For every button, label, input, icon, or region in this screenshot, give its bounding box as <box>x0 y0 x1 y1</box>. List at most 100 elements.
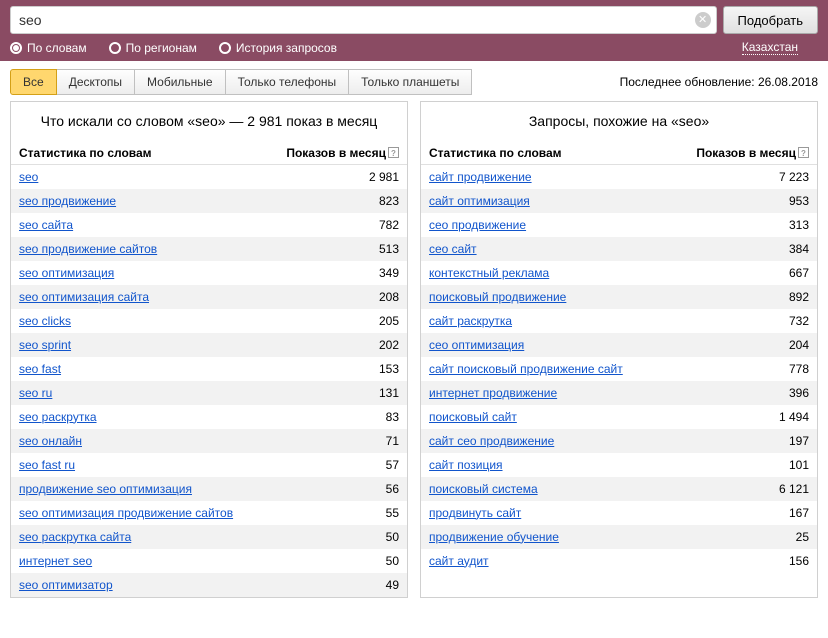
views-cell: 2 981 <box>339 170 399 184</box>
radio-label: По регионам <box>126 41 197 55</box>
query-link[interactable]: seo раскрутка сайта <box>19 530 131 544</box>
query-cell: сео сайт <box>429 242 749 256</box>
views-cell: 782 <box>339 218 399 232</box>
query-link[interactable]: seo fast ru <box>19 458 75 472</box>
query-link[interactable]: seo оптимизация сайта <box>19 290 149 304</box>
radio-history[interactable]: История запросов <box>219 41 337 55</box>
table-row: seo 2 981 <box>11 165 407 189</box>
query-link[interactable]: seo онлайн <box>19 434 82 448</box>
query-link[interactable]: seo sprint <box>19 338 71 352</box>
radio-label: По словам <box>27 41 87 55</box>
header-stat: Статистика по словам <box>19 146 286 160</box>
table-row: интернет продвижение396 <box>421 381 817 405</box>
query-link[interactable]: сайт аудит <box>429 554 489 568</box>
query-link[interactable]: seo раскрутка <box>19 410 97 424</box>
header-views: Показов в месяц ? <box>286 146 399 160</box>
views-cell: 156 <box>749 554 809 568</box>
query-cell: сайт поисковый продвижение сайт <box>429 362 749 376</box>
views-cell: 197 <box>749 434 809 448</box>
tab-mobile[interactable]: Мобильные <box>135 69 226 95</box>
help-icon[interactable]: ? <box>388 147 399 158</box>
query-link[interactable]: сео продвижение <box>429 218 526 232</box>
views-cell: 313 <box>749 218 809 232</box>
table-row: сайт поисковый продвижение сайт 778 <box>421 357 817 381</box>
query-link[interactable]: seo clicks <box>19 314 71 328</box>
query-link[interactable]: seo оптимизация продвижение сайтов <box>19 506 233 520</box>
panel-title: Запросы, похожие на «seo» <box>421 102 817 142</box>
help-icon[interactable]: ? <box>798 147 809 158</box>
query-cell: seo оптимизация продвижение сайтов <box>19 506 339 520</box>
radio-by-words[interactable]: По словам <box>10 41 87 55</box>
table-row: сео сайт384 <box>421 237 817 261</box>
query-cell: сайт оптимизация <box>429 194 749 208</box>
query-link[interactable]: seo fast <box>19 362 61 376</box>
tab-phones[interactable]: Только телефоны <box>226 69 350 95</box>
table-row: seo оптимизация 349 <box>11 261 407 285</box>
views-cell: 204 <box>749 338 809 352</box>
query-cell: seo раскрутка <box>19 410 339 424</box>
query-link[interactable]: сайт раскрутка <box>429 314 512 328</box>
table-row: сайт сео продвижение 197 <box>421 429 817 453</box>
search-input[interactable] <box>10 6 717 34</box>
query-link[interactable]: сайт продвижение <box>429 170 532 184</box>
query-link[interactable]: контекстный реклама <box>429 266 549 280</box>
query-link[interactable]: seo продвижение сайтов <box>19 242 157 256</box>
query-link[interactable]: seo <box>19 170 38 184</box>
table-row: seo сайта 782 <box>11 213 407 237</box>
tab-tablets[interactable]: Только планшеты <box>349 69 472 95</box>
region-link[interactable]: Казахстан <box>742 40 798 55</box>
query-link[interactable]: seo оптимизатор <box>19 578 113 592</box>
query-link[interactable]: поисковый продвижение <box>429 290 566 304</box>
table-row: seo оптимизатор49 <box>11 573 407 597</box>
clear-icon[interactable]: ✕ <box>695 12 711 28</box>
query-link[interactable]: seo оптимизация <box>19 266 114 280</box>
table-row: сайт позиция101 <box>421 453 817 477</box>
query-cell: сайт аудит <box>429 554 749 568</box>
table-row: seo fast153 <box>11 357 407 381</box>
query-link[interactable]: сайт позиция <box>429 458 503 472</box>
query-link[interactable]: продвинуть сайт <box>429 506 521 520</box>
radio-icon <box>10 42 22 54</box>
radio-by-regions[interactable]: По регионам <box>109 41 197 55</box>
query-link[interactable]: продвижение seo оптимизация <box>19 482 192 496</box>
query-link[interactable]: поисковый система <box>429 482 538 496</box>
query-cell: сайт раскрутка <box>429 314 749 328</box>
table-row: seo ru131 <box>11 381 407 405</box>
views-cell: 823 <box>339 194 399 208</box>
query-cell: seo <box>19 170 339 184</box>
views-cell: 667 <box>749 266 809 280</box>
table-row: поисковый продвижение 892 <box>421 285 817 309</box>
query-link[interactable]: поисковый сайт <box>429 410 517 424</box>
query-link[interactable]: сео сайт <box>429 242 477 256</box>
query-link[interactable]: продвижение обучение <box>429 530 559 544</box>
query-link[interactable]: seo продвижение <box>19 194 116 208</box>
query-link[interactable]: сайт поисковый продвижение сайт <box>429 362 623 376</box>
query-link[interactable]: сео оптимизация <box>429 338 524 352</box>
views-cell: 50 <box>339 554 399 568</box>
query-cell: продвижение seo оптимизация <box>19 482 339 496</box>
views-cell: 732 <box>749 314 809 328</box>
tab-all[interactable]: Все <box>10 69 57 95</box>
radio-icon <box>219 42 231 54</box>
filter-row: По словам По регионам История запросов К… <box>10 40 818 55</box>
submit-button[interactable]: Подобрать <box>723 6 818 34</box>
query-cell: seo оптимизатор <box>19 578 339 592</box>
query-link[interactable]: seo ru <box>19 386 52 400</box>
views-cell: 349 <box>339 266 399 280</box>
query-link[interactable]: интернет продвижение <box>429 386 557 400</box>
views-cell: 892 <box>749 290 809 304</box>
table-row: сео оптимизация 204 <box>421 333 817 357</box>
query-link[interactable]: сайт сео продвижение <box>429 434 554 448</box>
query-link[interactable]: seo сайта <box>19 218 73 232</box>
table-row: seo fast ru57 <box>11 453 407 477</box>
query-cell: сайт продвижение <box>429 170 749 184</box>
query-link[interactable]: интернет seo <box>19 554 92 568</box>
query-cell: интернет seo <box>19 554 339 568</box>
query-cell: сайт сео продвижение <box>429 434 749 448</box>
views-cell: 778 <box>749 362 809 376</box>
views-cell: 55 <box>339 506 399 520</box>
header-bar: ✕ Подобрать По словам По регионам Истори… <box>0 0 828 61</box>
query-link[interactable]: сайт оптимизация <box>429 194 530 208</box>
tab-desktops[interactable]: Десктопы <box>57 69 135 95</box>
query-cell: seo раскрутка сайта <box>19 530 339 544</box>
